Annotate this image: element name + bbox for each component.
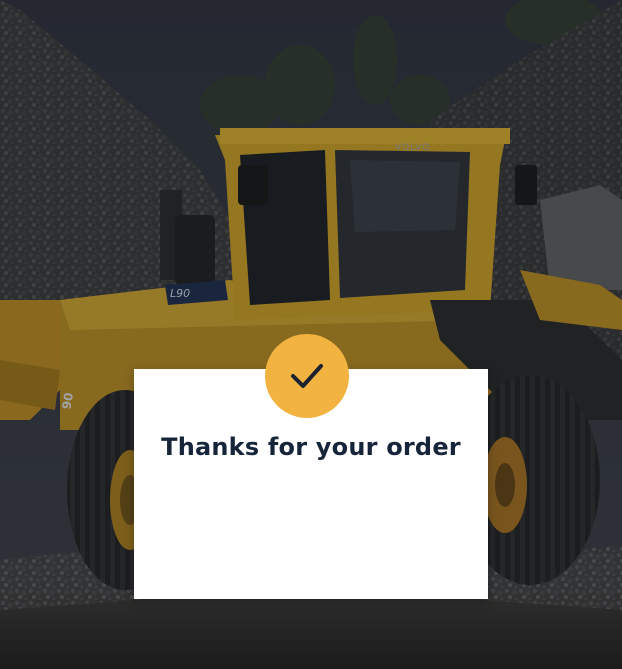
checkmark-icon bbox=[291, 364, 323, 388]
success-badge bbox=[265, 334, 349, 418]
order-confirmation-screen: L90 VOLVO 90 Thanks for your order bbox=[0, 0, 622, 669]
order-confirmation-title: Thanks for your order bbox=[161, 433, 461, 461]
